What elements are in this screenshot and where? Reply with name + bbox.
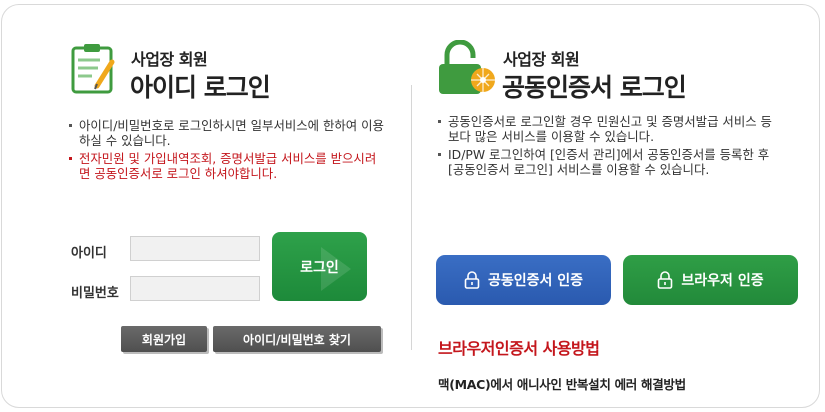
cert-login-label: 공동인증서 인증: [487, 273, 584, 289]
browser-cert-label: 브라우저 인증: [681, 273, 764, 289]
right-notice-2: ID/PW 로그인하여 [인증서 관리]에서 공동인증서를 등록한 후 [공동인…: [437, 147, 779, 177]
right-notice-list: 공동인증서로 로그인할 경우 민원신고 및 증명서발급 서비스 등 보다 많은 …: [437, 114, 779, 180]
right-notice-1: 공동인증서로 로그인할 경우 민원신고 및 증명서발급 서비스 등 보다 많은 …: [437, 114, 779, 144]
left-notice-1: 아이디/비밀번호로 로그인하시면 일부서비스에 한하여 이용하실 수 있습니다.: [68, 118, 386, 148]
lock-icon: [658, 271, 673, 289]
login-button[interactable]: 로그인: [272, 232, 367, 301]
right-subtitle: 사업장 회원: [503, 50, 580, 69]
left-notice-list: 아이디/비밀번호로 로그인하시면 일부서비스에 한하여 이용하실 수 있습니다.…: [68, 118, 386, 184]
left-title: 아이디 로그인: [130, 73, 271, 102]
password-input[interactable]: [130, 276, 260, 301]
browser-cert-button[interactable]: 브라우저 인증: [623, 255, 798, 305]
column-divider: [411, 85, 412, 350]
id-input[interactable]: [130, 236, 260, 261]
right-title: 공동인증서 로그인: [502, 73, 687, 102]
left-notice-2-warning: 전자민원 및 가입내역조회, 증명서발급 서비스를 받으시려면 공동인증서로 로…: [68, 151, 386, 181]
browser-howto-link[interactable]: 브라우저인증서 사용방법: [438, 335, 600, 359]
left-subtitle: 사업장 회원: [131, 50, 208, 69]
login-button-label: 로그인: [300, 259, 339, 276]
lock-icon: [464, 271, 480, 289]
id-label: 아이디: [71, 246, 107, 261]
pw-label: 비밀번호: [71, 286, 119, 301]
clipboard-check-icon: [71, 44, 115, 94]
mac-error-link[interactable]: 맥(MAC)에서 애니사인 반복설치 에러 해결방법: [438, 374, 686, 393]
cert-login-button[interactable]: 공동인증서 인증: [436, 255, 611, 305]
lock-certificate-icon: [439, 40, 495, 94]
join-button[interactable]: 회원가입: [121, 326, 207, 352]
find-account-button[interactable]: 아이디/비밀번호 찾기: [213, 326, 381, 352]
